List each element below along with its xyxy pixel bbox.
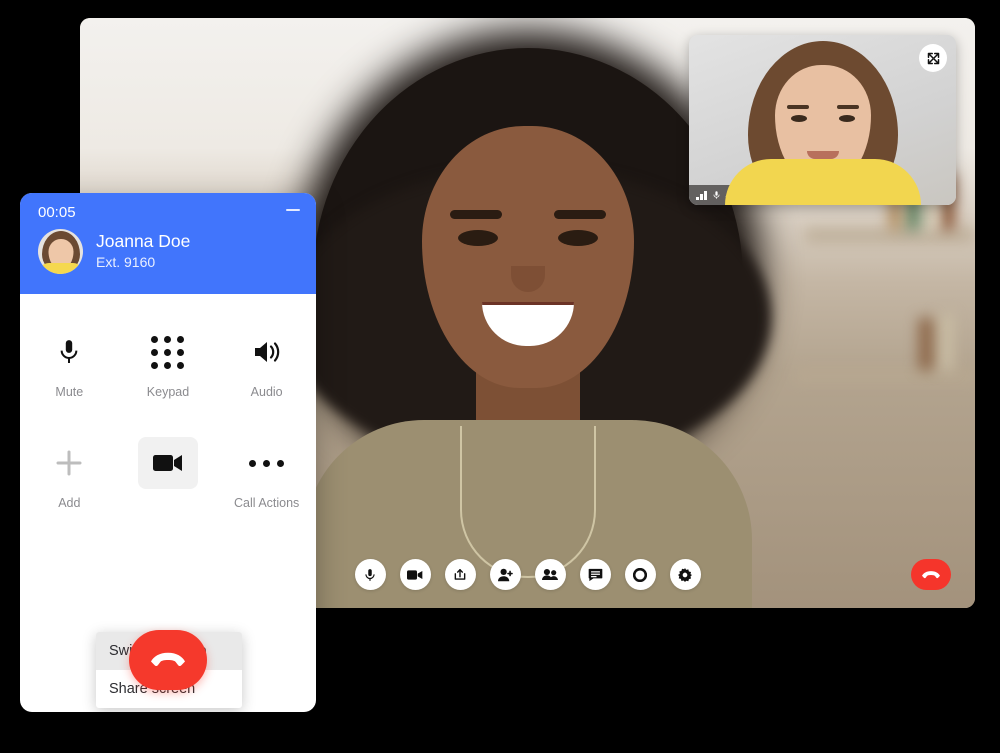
add-call-button[interactable]: Add xyxy=(20,437,119,510)
call-timer: 00:05 xyxy=(38,204,76,221)
microphone-icon xyxy=(713,191,719,199)
toolbar-participants-button[interactable] xyxy=(534,559,566,590)
expand-icon[interactable] xyxy=(919,44,947,72)
toolbar-record-button[interactable] xyxy=(624,559,656,590)
dialer-body: Mute Keypad Audio Add Call Actions Share xyxy=(20,294,316,712)
avatar xyxy=(38,229,83,274)
microphone-icon xyxy=(39,326,99,378)
audio-label: Audio xyxy=(250,385,283,399)
toolbar-add-participant-button[interactable] xyxy=(489,559,521,590)
toolbar-settings-button[interactable] xyxy=(669,559,701,590)
softphone-dialer-panel: 00:05 Joanna Doe Ext. 9160 Mute Keypad A… xyxy=(20,193,316,712)
toolbar-share-button[interactable] xyxy=(444,559,476,590)
people-icon xyxy=(542,568,558,581)
mute-button[interactable]: Mute xyxy=(20,326,119,399)
dialer-controls-row-2: Add Call Actions xyxy=(20,399,316,510)
keypad-button[interactable]: Keypad xyxy=(119,326,218,399)
dialer-controls-row-1: Mute Keypad Audio xyxy=(20,294,316,399)
speaker-icon xyxy=(237,326,297,378)
add-label: Add xyxy=(58,496,81,510)
chat-bubble-icon xyxy=(588,568,602,581)
pip-subject-shirt xyxy=(724,159,921,205)
caller-extension: Ext. 9160 xyxy=(96,253,156,270)
keypad-label: Keypad xyxy=(146,385,190,399)
caller-name: Joanna Doe xyxy=(96,231,191,252)
dialer-end-call-button[interactable] xyxy=(129,630,207,690)
subject-face xyxy=(421,126,634,388)
subject-necklace xyxy=(459,426,596,578)
picture-in-picture-window[interactable]: Joanna Doe xyxy=(689,35,956,205)
plus-icon xyxy=(39,437,99,489)
phone-hangup-icon xyxy=(151,652,185,667)
call-actions-label: Call Actions xyxy=(234,496,300,510)
person-add-icon xyxy=(497,568,513,581)
keypad-dots-icon xyxy=(138,326,198,378)
audio-button[interactable]: Audio xyxy=(217,326,316,399)
caller-info: Joanna Doe Ext. 9160 xyxy=(38,229,190,274)
switch-to-video-button[interactable] xyxy=(119,437,218,510)
video-camera-icon xyxy=(407,569,423,580)
microphone-icon xyxy=(365,568,375,581)
toolbar-camera-button[interactable] xyxy=(399,559,431,590)
video-camera-icon xyxy=(137,437,198,489)
record-circle-icon xyxy=(633,567,647,582)
mute-label: Mute xyxy=(55,385,84,399)
call-actions-button[interactable]: Call Actions xyxy=(217,437,316,510)
toolbar-chat-button[interactable] xyxy=(579,559,611,590)
dialer-header: 00:05 Joanna Doe Ext. 9160 xyxy=(20,193,316,294)
ellipsis-icon xyxy=(237,437,297,489)
signal-bars-icon xyxy=(696,190,707,200)
end-call-button[interactable] xyxy=(911,559,951,590)
toolbar-microphone-button[interactable] xyxy=(354,559,386,590)
gear-icon xyxy=(678,567,692,582)
phone-hangup-icon xyxy=(922,570,940,578)
minimize-icon[interactable] xyxy=(286,209,300,211)
share-upload-icon xyxy=(454,568,466,580)
